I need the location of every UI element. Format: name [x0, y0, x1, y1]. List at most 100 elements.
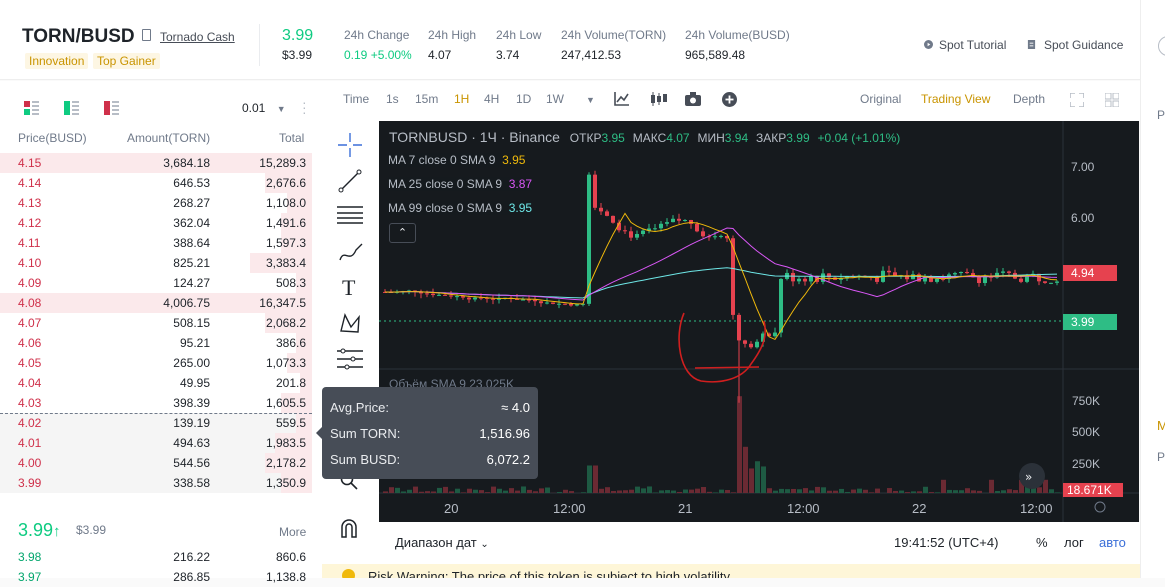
- ma99-legend[interactable]: MA 99 close 0 SMA 9 3.95: [388, 201, 532, 215]
- volume-bar: [809, 490, 814, 493]
- view-depth[interactable]: Depth: [1013, 92, 1045, 106]
- bid-row[interactable]: 3.98 216.22 860.6: [0, 547, 312, 567]
- volume-bar: [503, 491, 508, 493]
- indicator-icon[interactable]: [614, 92, 629, 106]
- ask-row[interactable]: 4.12362.041,491.6: [0, 213, 312, 233]
- more-options-icon[interactable]: ···: [302, 100, 307, 115]
- interval-1d[interactable]: 1D: [516, 92, 531, 106]
- volume-bar: [779, 489, 784, 493]
- brush-icon[interactable]: [338, 240, 364, 264]
- volume-bar: [761, 466, 766, 493]
- tab-fragment[interactable]: M: [1157, 418, 1165, 433]
- more-link[interactable]: More: [279, 525, 306, 539]
- asks-only-icon[interactable]: [104, 101, 119, 115]
- pair-header-fragment: Pa: [1157, 108, 1165, 122]
- search-icon[interactable]: [1158, 36, 1165, 56]
- spot-guidance-link[interactable]: Spot Guidance: [1044, 38, 1123, 52]
- collapse-legend-button[interactable]: ⌃: [389, 223, 416, 243]
- add-circle-icon[interactable]: [722, 92, 737, 107]
- interval-4h[interactable]: 4H: [484, 92, 499, 106]
- innovation-tag[interactable]: Innovation: [25, 53, 88, 69]
- volume-bar: [965, 488, 970, 493]
- ask-row[interactable]: 4.07508.152,068.2: [0, 313, 312, 333]
- candles-icon[interactable]: [650, 92, 667, 106]
- candle-body: [791, 273, 795, 281]
- volume-bar: [389, 487, 394, 493]
- auto-scale-button[interactable]: авто: [1099, 535, 1126, 550]
- ask-row[interactable]: 4.14646.532,676.6: [0, 173, 312, 193]
- candle-body: [773, 333, 777, 337]
- interval-1s[interactable]: 1s: [386, 92, 399, 106]
- volume-bar: [749, 468, 754, 493]
- ask-row[interactable]: 4.09124.27508.3: [0, 273, 312, 293]
- precision-select[interactable]: 0.01 ▼: [242, 101, 286, 115]
- play-circle-icon[interactable]: [924, 40, 933, 49]
- view-original[interactable]: Original: [860, 92, 901, 106]
- interval-15m[interactable]: 15m: [415, 92, 438, 106]
- project-link[interactable]: Tornado Cash: [160, 30, 235, 44]
- ask-total: 2,676.6: [266, 176, 306, 190]
- candle-body: [683, 220, 687, 221]
- candle-body: [803, 279, 807, 282]
- ask-row[interactable]: 3.99338.581,350.9: [0, 473, 312, 493]
- document-icon[interactable]: [1027, 40, 1036, 49]
- candle-body: [779, 279, 783, 333]
- crosshair-icon[interactable]: [338, 133, 362, 157]
- camera-icon[interactable]: [685, 92, 701, 106]
- ask-total: 508.3: [276, 276, 306, 290]
- bid-total: 1,138.8: [266, 570, 306, 584]
- spot-tutorial-link[interactable]: Spot Tutorial: [939, 38, 1006, 52]
- text-tool-icon[interactable]: T: [342, 275, 355, 301]
- date-range-button[interactable]: Диапазон дат ⌄: [395, 535, 489, 550]
- divider: [259, 24, 260, 66]
- ask-row[interactable]: 4.02139.19559.5: [0, 413, 312, 433]
- bids-only-icon[interactable]: [64, 101, 79, 115]
- both-sides-icon[interactable]: [24, 101, 39, 115]
- trend-line-icon[interactable]: [338, 169, 362, 193]
- dropdown-icon[interactable]: ▼: [586, 95, 595, 105]
- prediction-icon[interactable]: [337, 348, 363, 370]
- layout-grid-icon[interactable]: [1105, 93, 1119, 107]
- pattern-icon[interactable]: [338, 311, 362, 335]
- ask-row[interactable]: 4.13268.271,108.0: [0, 193, 312, 213]
- ask-row[interactable]: 4.01494.631,983.5: [0, 433, 312, 453]
- candle-body: [605, 211, 609, 215]
- percent-scale-button[interactable]: %: [1036, 535, 1048, 550]
- ma7-legend[interactable]: MA 7 close 0 SMA 9 3.95: [388, 153, 525, 167]
- volume-bar: [461, 492, 466, 493]
- top-gainer-tag[interactable]: Top Gainer: [93, 53, 160, 69]
- bid-row[interactable]: 3.97 286.85 1,138.8: [0, 567, 312, 587]
- interval-1w[interactable]: 1W: [546, 92, 564, 106]
- fullscreen-icon[interactable]: [1070, 93, 1084, 107]
- volume-bar: [989, 480, 994, 493]
- document-icon[interactable]: [142, 29, 151, 41]
- magnet-icon[interactable]: [340, 519, 358, 539]
- view-trading-view[interactable]: Trading View: [921, 92, 990, 106]
- ask-row[interactable]: 4.10825.213,383.4: [0, 253, 312, 273]
- ask-row[interactable]: 4.00544.562,178.2: [0, 453, 312, 473]
- mid-price[interactable]: 3.99↑: [18, 520, 61, 541]
- ask-row[interactable]: 4.03398.391,605.5: [0, 393, 312, 413]
- time-axis-label: 12:00: [553, 501, 586, 516]
- ask-row[interactable]: 4.0695.21386.6: [0, 333, 312, 353]
- volume-bar: [1043, 480, 1048, 493]
- stat-value: 3.74: [496, 48, 519, 62]
- fib-lines-icon[interactable]: [337, 205, 363, 225]
- ask-amount: 825.21: [173, 256, 210, 270]
- volume-axis-label: 500K: [1072, 425, 1100, 439]
- log-scale-button[interactable]: лог: [1064, 535, 1084, 550]
- ask-row[interactable]: 4.11388.641,597.3: [0, 233, 312, 253]
- chart-clock[interactable]: 19:41:52 (UTC+4): [894, 535, 998, 550]
- volume-bar: [425, 491, 430, 493]
- ask-row[interactable]: 4.084,006.7516,347.5: [0, 293, 312, 313]
- candle-body: [563, 304, 567, 305]
- ask-price: 4.12: [18, 216, 41, 230]
- ask-row[interactable]: 4.05265.001,073.3: [0, 353, 312, 373]
- interval-1h[interactable]: 1H: [454, 92, 469, 106]
- ma25-legend[interactable]: MA 25 close 0 SMA 9 3.87: [388, 177, 532, 191]
- ask-row[interactable]: 4.0449.95201.8: [0, 373, 312, 393]
- precision-value: 0.01: [242, 101, 265, 115]
- volume-bar: [1037, 487, 1042, 493]
- interval-time[interactable]: Time: [343, 92, 369, 106]
- ask-row[interactable]: 4.153,684.1815,289.3: [0, 153, 312, 173]
